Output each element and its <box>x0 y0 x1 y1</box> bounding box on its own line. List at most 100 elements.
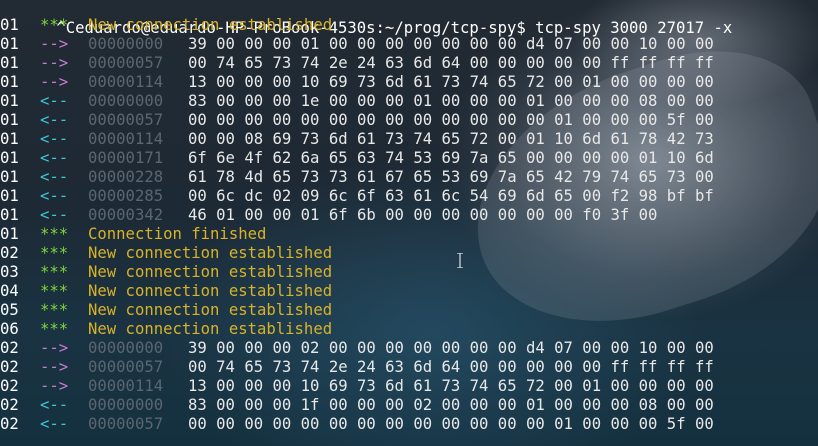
incoming-data-line: 01 <-- 00000000 83 00 00 00 1e 00 00 00 01 … <box>0 92 818 111</box>
outgoing-data-line: 02 --> 00000057 00 74 65 73 74 2e 24 63 6d … <box>0 358 818 377</box>
hex-bytes: 46 01 00 00 01 6f 6b 00 00 00 00 00 00 0… <box>188 206 658 224</box>
info-marker-icon: *** <box>40 320 69 338</box>
incoming-data-line: 01 <-- 00000228 61 78 4d 65 73 73 61 67 65 … <box>0 168 818 187</box>
outgoing-arrow-icon: --> <box>40 358 69 376</box>
connection-id: 01 <box>0 111 19 129</box>
connection-id: 01 <box>0 149 19 167</box>
status-message: Connection finished <box>88 225 267 243</box>
byte-offset: 00000342 <box>88 206 164 224</box>
incoming-arrow-icon: <-- <box>40 130 69 148</box>
connection-id: 02 <box>0 415 19 433</box>
connection-id: 01 <box>0 225 19 243</box>
info-marker-icon: *** <box>40 301 69 319</box>
connection-id: 02 <box>0 377 19 395</box>
outgoing-data-line: 02 --> 00000000 39 00 00 00 02 00 00 00 00 … <box>0 339 818 358</box>
status-log-line: 03 *** New connection established <box>0 263 818 282</box>
hex-bytes: 00 00 08 69 73 6d 61 73 74 65 72 00 01 1… <box>188 130 714 148</box>
incoming-arrow-icon: <-- <box>40 168 69 186</box>
incoming-arrow-icon: <-- <box>40 396 69 414</box>
hex-bytes: 13 00 00 00 10 69 73 6d 61 73 74 65 72 0… <box>188 377 714 395</box>
connection-id: 01 <box>0 73 19 91</box>
connection-id: 01 <box>0 16 19 34</box>
byte-offset: 00000057 <box>88 415 164 433</box>
text-cursor-icon <box>457 253 463 268</box>
info-marker-icon: *** <box>40 16 69 34</box>
outgoing-data-line: 01 --> 00000057 00 74 65 73 74 2e 24 63 6d … <box>0 54 818 73</box>
outgoing-data-line: 02 --> 00000114 13 00 00 00 10 69 73 6d 61 … <box>0 377 818 396</box>
incoming-data-line: 01 <-- 00000171 6f 6e 4f 62 6a 65 63 74 53 … <box>0 149 818 168</box>
status-log-line: 02 *** New connection established <box>0 244 818 263</box>
hex-bytes: 13 00 00 00 10 69 73 6d 61 73 74 65 72 0… <box>188 73 714 91</box>
info-marker-icon: *** <box>40 244 69 262</box>
byte-offset: 00000000 <box>88 35 164 53</box>
byte-offset: 00000057 <box>88 54 164 72</box>
incoming-data-line: 01 <-- 00000285 00 6c dc 02 09 6c 6f 63 61 … <box>0 187 818 206</box>
connection-id: 01 <box>0 92 19 110</box>
byte-offset: 00000000 <box>88 92 164 110</box>
incoming-arrow-icon: <-- <box>40 149 69 167</box>
info-marker-icon: *** <box>40 263 69 281</box>
incoming-arrow-icon: <-- <box>40 111 69 129</box>
info-marker-icon: *** <box>40 282 69 300</box>
hex-bytes: 00 00 00 00 00 00 00 00 00 00 00 00 00 0… <box>188 415 714 433</box>
connection-id: 06 <box>0 320 19 338</box>
outgoing-data-line: 01 --> 00000114 13 00 00 00 10 69 73 6d 61 … <box>0 73 818 92</box>
terminal-window[interactable]: ^Ceduardo@eduardo-HP-ProBook-4530s:~/pro… <box>0 0 818 446</box>
incoming-arrow-icon: <-- <box>40 206 69 224</box>
incoming-data-line: 01 <-- 00000057 00 00 00 00 00 00 00 00 00 … <box>0 111 818 130</box>
incoming-arrow-icon: <-- <box>40 415 69 433</box>
incoming-data-line: 01 <-- 00000342 46 01 00 00 01 6f 6b 00 00 … <box>0 206 818 225</box>
outgoing-arrow-icon: --> <box>40 54 69 72</box>
byte-offset: 00000114 <box>88 73 164 91</box>
status-message: New connection established <box>88 301 333 319</box>
hex-bytes: 61 78 4d 65 73 73 61 67 65 53 69 7a 65 4… <box>188 168 714 186</box>
byte-offset: 00000000 <box>88 339 164 357</box>
connection-id: 02 <box>0 244 19 262</box>
byte-offset: 00000057 <box>88 111 164 129</box>
terminal-output: ^Ceduardo@eduardo-HP-ProBook-4530s:~/pro… <box>0 0 818 437</box>
incoming-data-line: 02 <-- 00000000 83 00 00 00 1f 00 00 00 02 … <box>0 396 818 415</box>
status-message: New connection established <box>88 263 333 281</box>
outgoing-data-line: 01 --> 00000000 39 00 00 00 01 00 00 00 00 … <box>0 35 818 54</box>
byte-offset: 00000228 <box>88 168 164 186</box>
byte-offset: 00000000 <box>88 396 164 414</box>
connection-id: 02 <box>0 358 19 376</box>
connection-id: 01 <box>0 35 19 53</box>
byte-offset: 00000114 <box>88 130 164 148</box>
connection-id: 02 <box>0 396 19 414</box>
incoming-arrow-icon: <-- <box>40 92 69 110</box>
hex-bytes: 83 00 00 00 1f 00 00 00 02 00 00 00 01 0… <box>188 396 714 414</box>
status-log-line: 05 *** New connection established <box>0 301 818 320</box>
hex-bytes: 83 00 00 00 1e 00 00 00 01 00 00 00 01 0… <box>188 92 714 110</box>
hex-bytes: 00 74 65 73 74 2e 24 63 6d 64 00 00 00 0… <box>188 358 714 376</box>
hex-bytes: 00 74 65 73 74 2e 24 63 6d 64 00 00 00 0… <box>188 54 714 72</box>
hex-bytes: 39 00 00 00 02 00 00 00 00 00 00 00 d4 0… <box>188 339 714 357</box>
connection-id: 01 <box>0 168 19 186</box>
hex-bytes: 00 00 00 00 00 00 00 00 00 00 00 00 00 0… <box>188 111 714 129</box>
connection-id: 01 <box>0 206 19 224</box>
connection-id: 01 <box>0 187 19 205</box>
incoming-data-line: 02 <-- 00000057 00 00 00 00 00 00 00 00 00 … <box>0 415 818 434</box>
hex-bytes: 39 00 00 00 01 00 00 00 00 00 00 00 d4 0… <box>188 35 714 53</box>
byte-offset: 00000114 <box>88 377 164 395</box>
byte-offset: 00000057 <box>88 358 164 376</box>
status-log-line: 01 *** Connection finished <box>0 225 818 244</box>
connection-id: 01 <box>0 54 19 72</box>
status-message: New connection established <box>88 282 333 300</box>
status-log-line: 06 *** New connection established <box>0 320 818 339</box>
hex-bytes: 6f 6e 4f 62 6a 65 63 74 53 69 7a 65 00 0… <box>188 149 714 167</box>
connection-id: 03 <box>0 263 19 281</box>
status-log-line: 04 *** New connection established <box>0 282 818 301</box>
connection-id: 05 <box>0 301 19 319</box>
info-marker-icon: *** <box>40 225 69 243</box>
hex-bytes: 00 6c dc 02 09 6c 6f 63 61 6c 54 69 6d 6… <box>188 187 714 205</box>
outgoing-arrow-icon: --> <box>40 73 69 91</box>
status-message: New connection established <box>88 244 333 262</box>
byte-offset: 00000285 <box>88 187 164 205</box>
outgoing-arrow-icon: --> <box>40 339 69 357</box>
connection-id: 02 <box>0 339 19 357</box>
status-message: New connection established <box>88 16 333 34</box>
connection-id: 04 <box>0 282 19 300</box>
outgoing-arrow-icon: --> <box>40 35 69 53</box>
status-message: New connection established <box>88 320 333 338</box>
